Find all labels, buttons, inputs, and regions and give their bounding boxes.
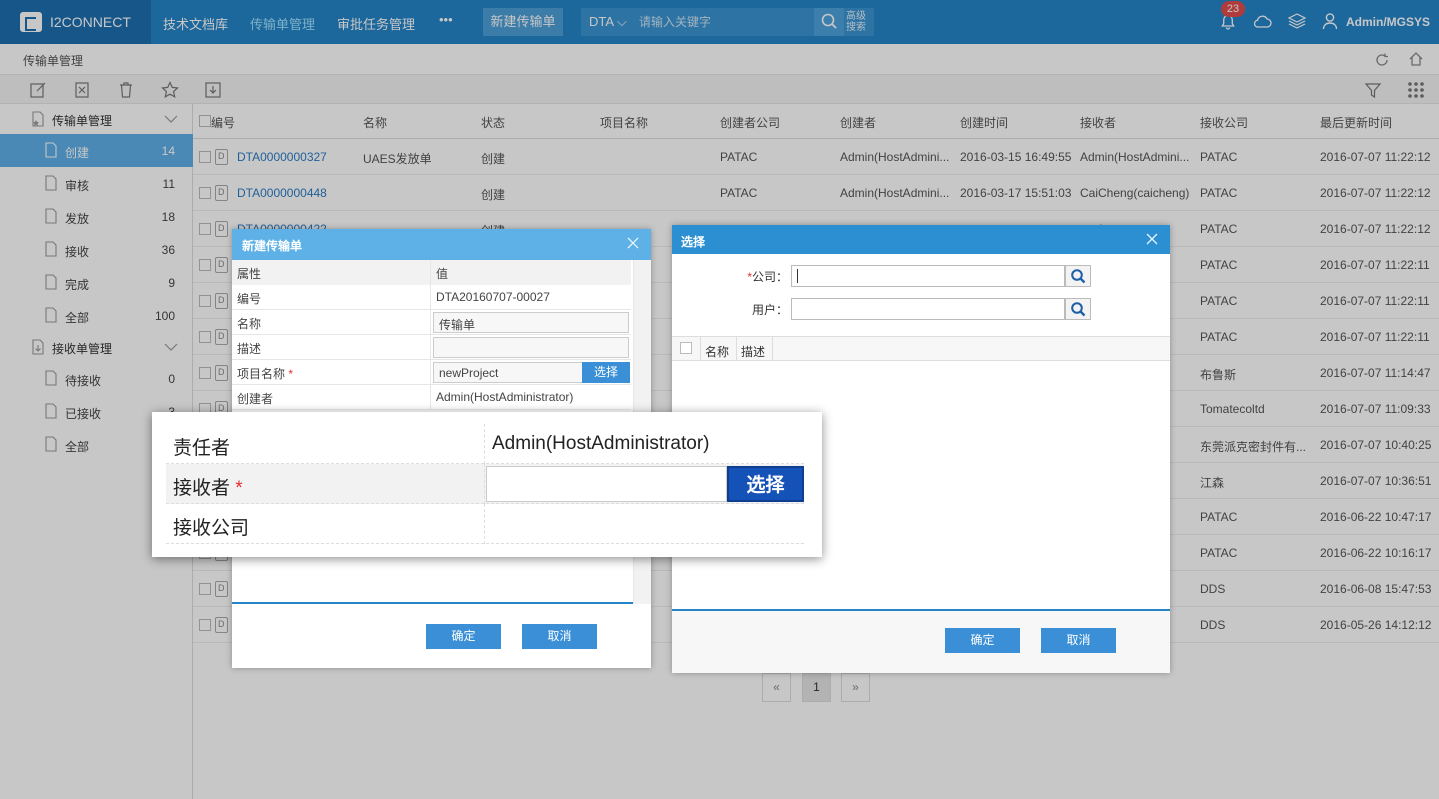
receiver-row: 接收者 * 选择 (166, 464, 804, 504)
property-key: 编号 (232, 285, 431, 310)
user-label: 用户： (751, 303, 788, 317)
column-divider (700, 337, 701, 361)
company-search-button[interactable] (1065, 265, 1091, 287)
project-field[interactable]: newProject (433, 362, 583, 383)
company-input[interactable] (791, 265, 1065, 287)
search-icon (1071, 302, 1086, 317)
property-value: Admin(HostAdministrator) (436, 390, 574, 404)
property-row-project: 项目名称 * newProject 选择 (232, 360, 631, 385)
property-row-name: 名称 传输单 (232, 310, 631, 335)
receiver-company-value (485, 504, 804, 544)
property-header-row: 属性 值 (232, 260, 631, 285)
owner-row: 责任者 Admin(HostAdministrator) (166, 424, 804, 464)
owner-value: Admin(HostAdministrator) (492, 433, 710, 454)
property-key: 描述 (232, 335, 431, 360)
property-row-creator: 创建者 Admin(HostAdministrator) (232, 385, 631, 410)
select-all-checkbox[interactable] (680, 342, 692, 354)
property-row-id: 编号 DTA20160707-00027 (232, 285, 631, 310)
dialog-footer: 确定 取消 (672, 609, 1170, 673)
user-search-button[interactable] (1065, 298, 1091, 320)
property-key: 名称 (232, 310, 431, 335)
cancel-button[interactable]: 取消 (1041, 628, 1116, 653)
search-icon (1071, 269, 1086, 284)
dialog-title: 选择 (681, 235, 706, 249)
property-row-desc: 描述 (232, 335, 631, 360)
dialog-header: 新建传输单 (232, 229, 651, 260)
property-header-value: 值 (431, 260, 631, 285)
select-receiver-button[interactable]: 选择 (727, 466, 804, 502)
result-grid-header: 名称 描述 (672, 336, 1170, 361)
close-icon[interactable] (626, 236, 640, 250)
property-header-key: 属性 (232, 260, 431, 285)
company-label: *公司： (747, 270, 788, 284)
required-icon: * (288, 367, 294, 381)
dialog-title: 新建传输单 (242, 239, 303, 253)
property-key: 项目名称 * (232, 360, 431, 385)
receiver-company-key: 接收公司 (166, 504, 485, 544)
name-field[interactable]: 传输单 (433, 312, 629, 333)
user-input[interactable] (791, 298, 1065, 320)
column-divider (772, 337, 773, 361)
col-name[interactable]: 名称 (705, 343, 729, 360)
receiver-input[interactable] (486, 466, 727, 502)
receiver-key: 接收者 * (166, 464, 485, 504)
property-key: 创建者 (232, 385, 431, 410)
col-desc[interactable]: 描述 (741, 343, 765, 360)
ok-button[interactable]: 确定 (945, 628, 1020, 653)
description-field[interactable] (433, 337, 629, 358)
select-project-button[interactable]: 选择 (582, 362, 630, 383)
receiver-company-row: 接收公司 (166, 504, 804, 544)
column-divider (736, 337, 737, 361)
property-value: DTA20160707-00027 (436, 290, 550, 304)
cancel-button[interactable]: 取消 (522, 624, 597, 649)
owner-key: 责任者 (166, 424, 485, 464)
dialog-header: 选择 (672, 225, 1170, 254)
required-icon: * (235, 478, 243, 499)
ok-button[interactable]: 确定 (426, 624, 501, 649)
zoom-callout: 责任者 Admin(HostAdministrator) 接收者 * 选择 接收… (152, 412, 822, 557)
close-icon[interactable] (1145, 232, 1159, 246)
